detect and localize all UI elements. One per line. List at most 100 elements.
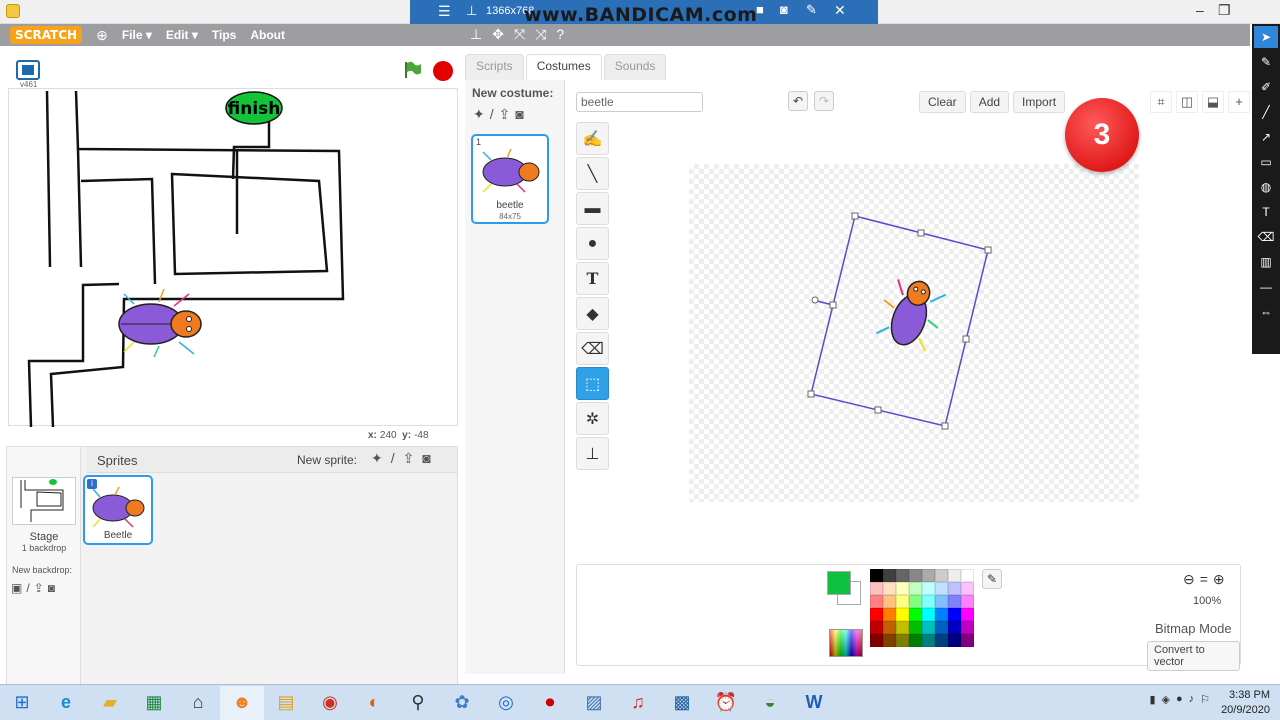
palette-swatch[interactable] xyxy=(870,621,883,634)
camera-icon[interactable]: ◙ xyxy=(780,2,788,17)
balloon-icon[interactable]: ◍ xyxy=(1254,176,1278,198)
select-remove-background-icon[interactable]: ✲ xyxy=(576,402,609,435)
browser-icon[interactable]: ◎ xyxy=(484,686,528,720)
text-tool-icon[interactable]: T xyxy=(576,262,609,295)
flip-horizontal-icon[interactable]: ◫ xyxy=(1176,91,1198,113)
palette-swatch[interactable] xyxy=(896,634,909,647)
scratch-logo[interactable]: SCRATCH xyxy=(10,26,83,44)
beetle-image[interactable] xyxy=(872,272,951,355)
marker-icon[interactable]: ✐ xyxy=(1254,76,1278,98)
firefox-icon[interactable]: ◐ xyxy=(352,686,396,720)
palette-swatch[interactable] xyxy=(922,569,935,582)
stop-icon[interactable] xyxy=(433,61,453,81)
file-explorer-icon[interactable]: ▰ xyxy=(88,686,132,720)
palette-swatch[interactable] xyxy=(883,634,896,647)
pen-icon[interactable]: ✎ xyxy=(1254,51,1278,73)
palette-swatch[interactable] xyxy=(922,634,935,647)
paint-icon[interactable]: ✿ xyxy=(440,686,484,720)
palette-swatch[interactable] xyxy=(935,608,948,621)
volume-icon[interactable]: ♪ xyxy=(1189,693,1195,706)
menu-edit[interactable]: Edit ▾ xyxy=(166,28,198,42)
fullscreen-icon[interactable] xyxy=(16,60,40,80)
tab-sounds[interactable]: Sounds xyxy=(603,54,667,80)
maximize-icon[interactable]: ❐ xyxy=(1218,2,1231,19)
palette-swatch[interactable] xyxy=(909,569,922,582)
palette-swatch[interactable] xyxy=(870,569,883,582)
backdrop-upload-icon[interactable]: ⇪ xyxy=(34,581,44,595)
excel-icon[interactable]: ▦ xyxy=(132,686,176,720)
costume-library-icon[interactable]: ✦ xyxy=(473,106,485,123)
grow-icon[interactable]: ⤧ xyxy=(514,26,525,43)
palette-swatch[interactable] xyxy=(870,582,883,595)
ie-icon[interactable]: e xyxy=(44,686,88,720)
stage-thumbnail[interactable] xyxy=(12,477,76,525)
duplicate-icon[interactable]: ⊥ xyxy=(470,26,482,43)
eraser-tool-icon[interactable]: ⌫ xyxy=(576,332,609,365)
palette-swatch[interactable] xyxy=(948,582,961,595)
palette-swatch[interactable] xyxy=(896,569,909,582)
palette-swatch[interactable] xyxy=(896,595,909,608)
palette-swatch[interactable] xyxy=(909,634,922,647)
palette-swatch[interactable] xyxy=(922,608,935,621)
costume-tile[interactable]: 1 beetle 84x75 xyxy=(471,134,549,224)
costume-paint-icon[interactable]: / xyxy=(490,106,494,123)
color-spectrum-picker[interactable] xyxy=(829,629,863,657)
palette-swatch[interactable] xyxy=(870,595,883,608)
palette-swatch[interactable] xyxy=(961,582,974,595)
eraser-icon[interactable]: ⌫ xyxy=(1254,226,1278,248)
palette-swatch[interactable] xyxy=(935,582,948,595)
language-icon[interactable]: ⚐ xyxy=(1200,693,1210,706)
scratch-taskbar-icon[interactable]: ☻ xyxy=(220,685,264,720)
minimize-icon[interactable]: – xyxy=(1196,2,1204,18)
tab-costumes[interactable]: Costumes xyxy=(525,54,602,80)
backdrop-library-icon[interactable]: ▣ xyxy=(11,581,22,595)
zoom-reset-icon[interactable]: = xyxy=(1200,571,1208,588)
palette-swatch[interactable] xyxy=(961,595,974,608)
record-tray-icon[interactable]: ● xyxy=(1176,693,1183,706)
menu-file[interactable]: File ▾ xyxy=(122,28,152,42)
microphone-icon[interactable]: ⚲ xyxy=(396,686,440,720)
flip-vertical-icon[interactable]: ⬓ xyxy=(1202,91,1224,113)
palette-swatch[interactable] xyxy=(883,595,896,608)
rect-icon[interactable]: ▭ xyxy=(1254,151,1278,173)
palette-swatch[interactable] xyxy=(909,582,922,595)
fill-tool-icon[interactable]: ◆ xyxy=(576,297,609,330)
palette-swatch[interactable] xyxy=(922,621,935,634)
sprite-tile-beetle[interactable]: i Beetle xyxy=(83,475,153,545)
palette-swatch[interactable] xyxy=(896,608,909,621)
redo-icon[interactable]: ↷ xyxy=(814,91,834,111)
costume-camera-icon[interactable]: ◙ xyxy=(515,106,523,123)
green-flag-icon[interactable] xyxy=(402,60,422,80)
help-icon[interactable]: ? xyxy=(556,26,564,43)
cursor-icon[interactable]: ➤ xyxy=(1254,26,1278,48)
sprite-library-icon[interactable]: ✦ xyxy=(371,450,383,467)
clear-icon[interactable]: ▥ xyxy=(1254,251,1278,273)
palette-swatch[interactable] xyxy=(909,621,922,634)
cut-icon[interactable]: ✥ xyxy=(492,26,504,43)
convert-to-vector-button[interactable]: Convert to vector xyxy=(1147,641,1240,671)
control-panel-icon[interactable]: ▩ xyxy=(660,686,704,720)
home-icon[interactable]: ⌂ xyxy=(176,686,220,720)
pencil-icon[interactable]: ✎ xyxy=(806,2,817,18)
palette-swatch[interactable] xyxy=(948,634,961,647)
palette-swatch[interactable] xyxy=(870,608,883,621)
word-icon[interactable]: W xyxy=(792,686,836,720)
network-icon[interactable]: ▮ xyxy=(1149,693,1155,706)
alarm-icon[interactable]: ⏰ xyxy=(704,686,748,720)
palette-swatch[interactable] xyxy=(870,634,883,647)
palette-swatch[interactable] xyxy=(961,634,974,647)
palette-swatch[interactable] xyxy=(935,634,948,647)
costume-upload-icon[interactable]: ⇪ xyxy=(499,106,511,123)
menu-about[interactable]: About xyxy=(250,28,285,42)
line-tool-icon[interactable]: ╲ xyxy=(576,157,609,190)
rectangle-tool-icon[interactable]: ▬ xyxy=(576,192,609,225)
clear-button[interactable]: Clear xyxy=(919,91,966,113)
set-center-icon[interactable]: + xyxy=(1228,91,1250,113)
menu-tips[interactable]: Tips xyxy=(212,28,236,42)
palette-swatch[interactable] xyxy=(896,582,909,595)
stamp-tool-icon[interactable]: ⊥ xyxy=(576,437,609,470)
windows-start-icon[interactable]: ⊞ xyxy=(0,686,44,720)
chrome-icon[interactable]: ◉ xyxy=(308,686,352,720)
zoom-out-icon[interactable]: ⊖ xyxy=(1183,571,1195,588)
add-button[interactable]: Add xyxy=(969,91,1010,113)
